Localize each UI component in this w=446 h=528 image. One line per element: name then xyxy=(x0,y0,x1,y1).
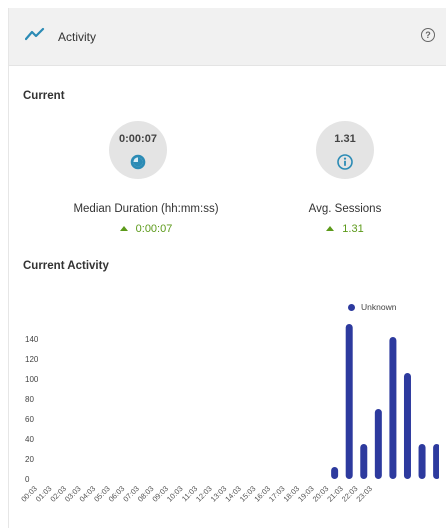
bar[interactable] xyxy=(331,467,339,479)
median-duration-change: 0:00:07 xyxy=(86,223,206,235)
y-tick-label: 80 xyxy=(25,395,34,404)
y-tick-label: 60 xyxy=(25,415,34,424)
trend-line-icon xyxy=(25,27,45,41)
median-duration-value: 0:00:07 xyxy=(119,133,157,145)
activity-panel: Activity ? Current 0:00:07 Median Durati… xyxy=(8,8,446,528)
current-section-label: Current xyxy=(23,90,65,102)
bar[interactable] xyxy=(345,324,353,479)
y-tick-label: 40 xyxy=(25,435,34,444)
avg-sessions-label: Avg. Sessions xyxy=(308,203,382,215)
x-tick-label: 23:03 xyxy=(354,484,374,504)
avg-sessions-change-value: 1.31 xyxy=(342,223,364,235)
pie-clock-icon xyxy=(130,154,146,170)
activity-bar-chart: 02040608010012014000:0301:0302:0303:0304… xyxy=(19,324,439,504)
bar[interactable] xyxy=(418,444,426,479)
up-arrow-icon xyxy=(326,226,335,231)
bar[interactable] xyxy=(374,409,382,479)
bar[interactable] xyxy=(360,444,368,479)
avg-sessions-value: 1.31 xyxy=(334,133,356,145)
question-circle-icon[interactable]: ? xyxy=(421,28,435,42)
y-tick-label: 0 xyxy=(25,475,30,484)
y-tick-label: 100 xyxy=(25,375,39,384)
y-tick-label: 140 xyxy=(25,335,39,344)
info-icon xyxy=(337,154,353,170)
median-duration-change-value: 0:00:07 xyxy=(135,223,173,235)
y-tick-label: 120 xyxy=(25,355,39,364)
y-tick-label: 20 xyxy=(25,455,34,464)
bar[interactable] xyxy=(389,337,397,479)
current-activity-label: Current Activity xyxy=(23,260,109,272)
avg-sessions-circle: 1.31 xyxy=(316,121,374,179)
avg-sessions-change: 1.31 xyxy=(285,223,405,235)
bar[interactable] xyxy=(433,444,439,479)
bar[interactable] xyxy=(403,373,411,479)
up-arrow-icon xyxy=(119,226,128,231)
panel-header: Activity ? xyxy=(9,8,446,66)
median-duration-label: Median Duration (hh:mm:ss) xyxy=(73,203,219,215)
median-duration-circle: 0:00:07 xyxy=(109,121,167,179)
panel-title: Activity xyxy=(58,30,97,44)
